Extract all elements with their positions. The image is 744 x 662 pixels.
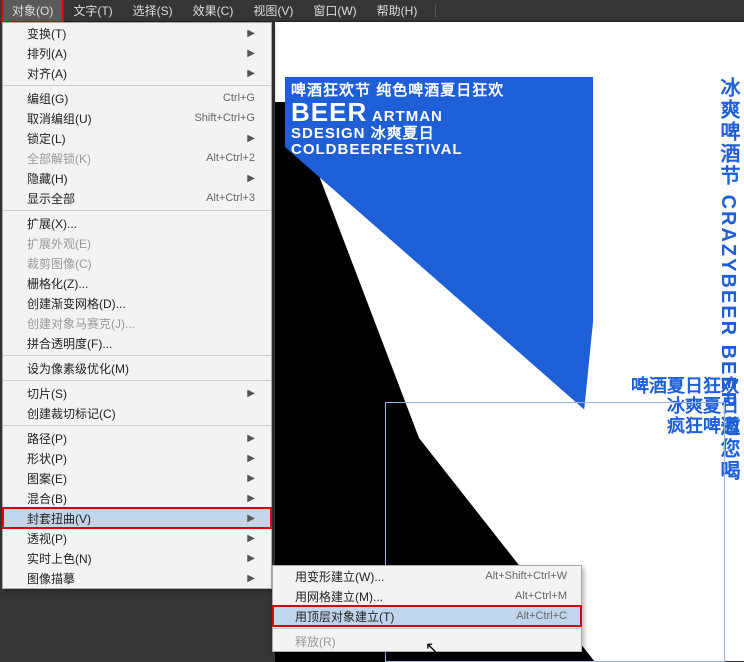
menu-shape[interactable]: 形状(P)▶ [3,448,271,468]
menu-select[interactable]: 选择(S) [123,0,183,22]
menu-type[interactable]: 文字(T) [63,0,122,22]
chevron-right-icon: ▶ [247,433,255,444]
chevron-right-icon: ▶ [247,493,255,504]
menu-perspective[interactable]: 透视(P)▶ [3,528,271,548]
menu-path[interactable]: 路径(P)▶ [3,428,271,448]
chevron-right-icon: ▶ [247,573,255,584]
menu-pixel-perfect[interactable]: 设为像素级优化(M) [3,358,271,378]
menu-arrange[interactable]: 排列(A)▶ [3,43,271,63]
menu-separator [3,85,271,86]
menu-envelope-distort[interactable]: 封套扭曲(V)▶ [3,508,271,528]
submenu-make-top-object[interactable]: 用顶层对象建立(T)Alt+Ctrl+C [273,606,581,626]
chevron-right-icon: ▶ [247,48,255,59]
chevron-right-icon: ▶ [247,388,255,399]
chevron-right-icon: ▶ [247,553,255,564]
menu-live-paint[interactable]: 实时上色(N)▶ [3,548,271,568]
menubar: 对象(O) 文字(T) 选择(S) 效果(C) 视图(V) 窗口(W) 帮助(H… [0,0,744,22]
menu-ungroup[interactable]: 取消编组(U)Shift+Ctrl+G [3,108,271,128]
menu-image-trace[interactable]: 图像描摹▶ [3,568,271,588]
menu-trim-marks[interactable]: 创建裁切标记(C) [3,403,271,423]
menu-expand[interactable]: 扩展(X)... [3,213,271,233]
menu-separator [3,355,271,356]
menu-blend[interactable]: 混合(B)▶ [3,488,271,508]
menu-unlock-all: 全部解锁(K)Alt+Ctrl+2 [3,148,271,168]
menu-flatten-transparency[interactable]: 拼合透明度(F)... [3,333,271,353]
submenu-make-warp[interactable]: 用变形建立(W)...Alt+Shift+Ctrl+W [273,566,581,586]
menu-rasterize[interactable]: 栅格化(Z)... [3,273,271,293]
menu-object[interactable]: 对象(O) [2,0,63,22]
menu-crop-image: 裁剪图像(C) [3,253,271,273]
menu-group[interactable]: 编组(G)Ctrl+G [3,88,271,108]
chevron-right-icon: ▶ [247,513,255,524]
cursor-icon: ↖ [425,638,438,658]
menu-pattern[interactable]: 图案(E)▶ [3,468,271,488]
menu-separator [273,628,581,629]
chevron-right-icon: ▶ [247,453,255,464]
menubar-divider [435,4,436,18]
menu-window[interactable]: 窗口(W) [303,0,366,22]
menu-effect[interactable]: 效果(C) [183,0,244,22]
menu-lock[interactable]: 锁定(L)▶ [3,128,271,148]
chevron-right-icon: ▶ [247,473,255,484]
menu-expand-appearance: 扩展外观(E) [3,233,271,253]
menu-mosaic: 创建对象马赛克(J)... [3,313,271,333]
menu-hide[interactable]: 隐藏(H)▶ [3,168,271,188]
menu-separator [3,380,271,381]
menu-show-all[interactable]: 显示全部Alt+Ctrl+3 [3,188,271,208]
chevron-right-icon: ▶ [247,173,255,184]
menu-slice[interactable]: 切片(S)▶ [3,383,271,403]
chevron-right-icon: ▶ [247,28,255,39]
submenu-make-mesh[interactable]: 用网格建立(M)...Alt+Ctrl+M [273,586,581,606]
menu-transform[interactable]: 变换(T)▶ [3,23,271,43]
text-beer: BEER [291,97,367,127]
menu-separator [3,425,271,426]
menu-align[interactable]: 对齐(A)▶ [3,63,271,83]
menu-separator [3,210,271,211]
menu-view[interactable]: 视图(V) [243,0,303,22]
chevron-right-icon: ▶ [247,68,255,79]
menu-gradient-mesh[interactable]: 创建渐变网格(D)... [3,293,271,313]
chevron-right-icon: ▶ [247,133,255,144]
menu-help[interactable]: 帮助(H) [367,0,428,22]
chevron-right-icon: ▶ [247,533,255,544]
object-menu-dropdown: 变换(T)▶ 排列(A)▶ 对齐(A)▶ 编组(G)Ctrl+G 取消编组(U)… [2,22,272,589]
